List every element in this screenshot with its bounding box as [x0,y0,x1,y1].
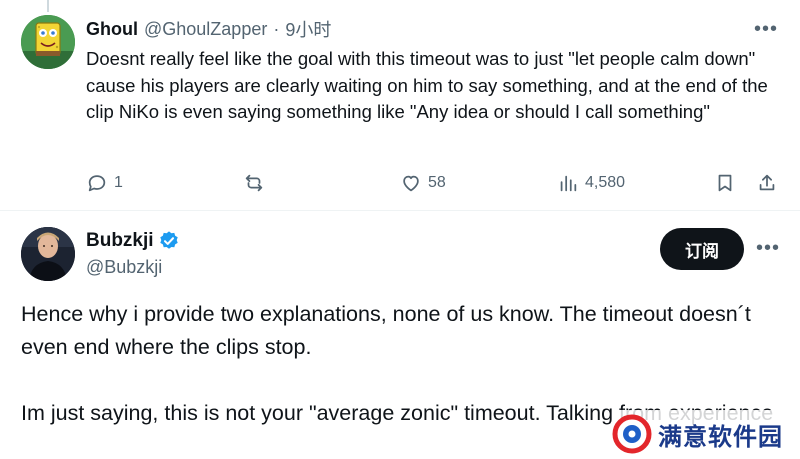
more-horizontal-icon: ••• [753,17,778,40]
reply-display-name[interactable]: Ghoul [86,19,138,40]
main-paragraph-1: Hence why i provide two explanations, no… [21,302,751,359]
share-icon [759,174,775,191]
reply-header: Ghoul @GhoulZapper · 9小时 [86,16,331,42]
reply-handle[interactable]: @GhoulZapper [144,19,267,40]
main-handle[interactable]: @Bubzkji [86,254,162,280]
watermark-logo-icon [612,414,652,454]
watermark: 满意软件园 [612,410,800,458]
watermark-text: 满意软件园 [658,422,783,451]
comment-icon [88,175,106,192]
reply-button[interactable]: 1 [86,166,123,200]
main-display-name[interactable]: Bubzkji [86,230,154,252]
more-horizontal-icon: ••• [755,236,780,259]
retweet-button[interactable] [243,166,271,200]
reply-text: Doesnt really feel like the goal with th… [86,48,768,122]
reply-count: 1 [114,174,123,191]
avatar-bubzkji[interactable] [21,227,75,281]
subscribe-button[interactable]: 订阅 [660,228,744,270]
main-author-name[interactable]: Bubzkji [86,228,180,254]
view-count: 4,580 [585,174,626,191]
views-button[interactable]: 4,580 [557,166,625,200]
heart-icon [403,175,419,192]
like-button[interactable]: 58 [400,166,446,200]
thread-connector-line [47,0,49,12]
bookmark-icon [718,174,732,192]
reply-action-bar: 1 58 4,580 [86,166,786,200]
more-options-button[interactable]: ••• [748,16,784,42]
reply-timestamp[interactable]: 9小时 [285,16,331,42]
retweet-icon [245,174,263,192]
share-button[interactable] [756,166,778,200]
bookmark-button[interactable] [714,166,736,200]
main-more-options-button[interactable]: ••• [750,235,786,261]
reply-separator: · [273,18,280,39]
tweet-divider [0,210,800,211]
like-count: 58 [428,174,446,191]
verified-badge-icon[interactable] [158,230,180,252]
bar-chart-icon [560,175,577,192]
avatar-ghoul[interactable] [21,15,75,69]
